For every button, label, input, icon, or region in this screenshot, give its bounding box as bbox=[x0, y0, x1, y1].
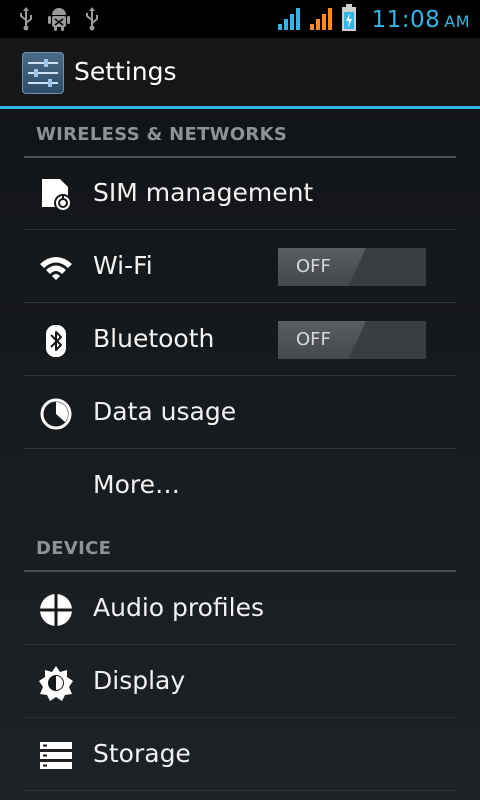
status-bar: 11:08 AM bbox=[0, 0, 480, 38]
setting-label: More… bbox=[93, 470, 180, 499]
row-divider bbox=[24, 302, 456, 303]
battery-charging-icon bbox=[341, 4, 357, 36]
wifi-toggle[interactable]: OFF bbox=[278, 248, 426, 286]
notification-icons bbox=[18, 6, 100, 32]
setting-storage[interactable]: Storage bbox=[24, 719, 456, 791]
bluetooth-icon bbox=[38, 323, 74, 359]
setting-label: Storage bbox=[93, 739, 191, 768]
row-divider bbox=[24, 790, 456, 791]
settings-sliders-icon[interactable] bbox=[22, 52, 64, 94]
wifi-icon bbox=[38, 250, 74, 286]
android-debug-icon bbox=[48, 6, 70, 32]
row-divider bbox=[24, 375, 456, 376]
setting-label: Data usage bbox=[93, 397, 237, 426]
section-header-wireless: WIRELESS & NETWORKS bbox=[24, 110, 456, 158]
setting-label: Wi-Fi bbox=[93, 251, 153, 280]
row-divider bbox=[24, 229, 456, 230]
signal-blue-icon bbox=[277, 5, 303, 35]
bluetooth-toggle[interactable]: OFF bbox=[278, 321, 426, 359]
clock: 11:08 AM bbox=[371, 7, 470, 33]
action-bar: Settings bbox=[0, 38, 480, 106]
setting-display[interactable]: Display bbox=[24, 646, 456, 718]
setting-sim-management[interactable]: SIM management bbox=[24, 158, 456, 230]
toggle-state: OFF bbox=[296, 329, 331, 350]
setting-audio-profiles[interactable]: Audio profiles bbox=[24, 573, 456, 645]
signal-orange-icon bbox=[309, 5, 335, 35]
section-label: DEVICE bbox=[36, 538, 112, 559]
setting-label: Display bbox=[93, 666, 186, 695]
section-header-device: DEVICE bbox=[24, 524, 456, 572]
section-divider bbox=[24, 570, 456, 572]
setting-wifi[interactable]: Wi-Fi OFF bbox=[24, 231, 456, 303]
setting-more[interactable]: More… bbox=[24, 450, 456, 522]
storage-icon bbox=[38, 738, 74, 774]
row-divider bbox=[24, 717, 456, 718]
data-usage-icon bbox=[38, 396, 74, 432]
setting-label: Audio profiles bbox=[93, 593, 264, 622]
system-icons: 11:08 AM bbox=[277, 4, 470, 36]
setting-label: SIM management bbox=[93, 178, 314, 207]
screen: 11:08 AM Settings WIRELESS & NETWORKS SI… bbox=[0, 0, 480, 800]
audio-profiles-icon bbox=[38, 592, 74, 628]
setting-label: Bluetooth bbox=[93, 324, 215, 353]
setting-bluetooth[interactable]: Bluetooth OFF bbox=[24, 304, 456, 376]
sim-card-icon bbox=[38, 177, 74, 213]
toggle-state: OFF bbox=[296, 256, 331, 277]
usb-icon bbox=[84, 6, 100, 32]
row-divider bbox=[24, 448, 456, 449]
display-brightness-icon bbox=[38, 665, 74, 701]
section-label: WIRELESS & NETWORKS bbox=[36, 124, 288, 145]
page-title: Settings bbox=[74, 57, 177, 86]
setting-data-usage[interactable]: Data usage bbox=[24, 377, 456, 449]
usb-icon bbox=[18, 6, 34, 32]
action-bar-accent-line bbox=[0, 106, 480, 109]
row-divider bbox=[24, 644, 456, 645]
